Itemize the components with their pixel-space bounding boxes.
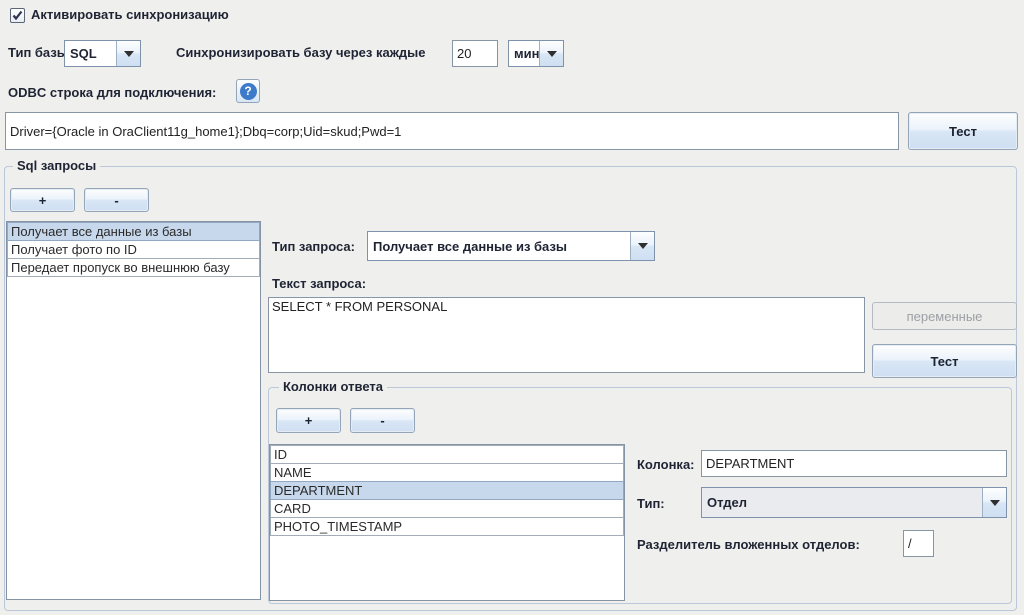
sync-settings-panel: Активировать синхронизацию Тип базы: SQL…: [0, 0, 1024, 615]
department-separator-input[interactable]: [903, 530, 934, 557]
activate-sync-checkbox[interactable]: [10, 8, 25, 23]
column-type-label: Тип:: [637, 496, 665, 511]
checkmark-icon: [12, 10, 23, 21]
odbc-test-button[interactable]: Тест: [908, 112, 1018, 150]
column-list-item[interactable]: CARD: [270, 499, 624, 518]
chevron-down-icon[interactable]: [630, 232, 654, 260]
column-name-input[interactable]: [701, 450, 1007, 477]
query-list-item[interactable]: Получает все данные из базы: [7, 222, 260, 241]
queries-list: Получает все данные из базы Получает фот…: [6, 221, 261, 600]
column-name-label: Колонка:: [637, 457, 695, 472]
db-type-select[interactable]: SQL: [64, 40, 141, 67]
column-list-item[interactable]: NAME: [270, 463, 624, 482]
query-text-area[interactable]: SELECT * FROM PERSONAL: [268, 297, 865, 373]
columns-list: ID NAME DEPARTMENT CARD PHOTO_TIMESTAMP: [269, 444, 625, 601]
chevron-down-icon[interactable]: [982, 488, 1006, 517]
query-list-item[interactable]: Передает пропуск во внешнюю базу: [7, 258, 260, 277]
chevron-down-icon[interactable]: [116, 41, 140, 66]
interval-unit-select[interactable]: мин: [508, 40, 564, 67]
column-list-item[interactable]: DEPARTMENT: [270, 481, 624, 500]
question-mark-icon: ?: [240, 83, 257, 100]
add-query-button[interactable]: +: [10, 188, 75, 212]
remove-query-button[interactable]: -: [84, 188, 149, 212]
odbc-connection-input[interactable]: [5, 112, 899, 150]
sync-interval-label: Синхронизировать базу через каждые: [176, 45, 426, 60]
response-columns-group-title: Колонки ответа: [279, 379, 387, 394]
variables-button[interactable]: переменные: [872, 302, 1017, 330]
interval-unit-value: мин: [509, 41, 539, 66]
query-type-value: Получает все данные из базы: [368, 232, 630, 260]
db-type-value: SQL: [65, 41, 116, 66]
query-list-item[interactable]: Получает фото по ID: [7, 240, 260, 259]
add-column-button[interactable]: +: [276, 408, 341, 433]
remove-column-button[interactable]: -: [350, 408, 415, 433]
column-type-value: Отдел: [702, 488, 982, 517]
activate-sync-label: Активировать синхронизацию: [31, 7, 229, 22]
query-type-label: Тип запроса:: [272, 239, 355, 254]
query-text-label: Текст запроса:: [272, 276, 366, 291]
column-list-item[interactable]: ID: [270, 445, 624, 464]
odbc-label: ODBC строка для подключения:: [8, 85, 216, 100]
sync-interval-input[interactable]: [452, 40, 498, 67]
sql-queries-group-title: Sql запросы: [13, 158, 100, 173]
column-list-item[interactable]: PHOTO_TIMESTAMP: [270, 517, 624, 536]
chevron-down-icon[interactable]: [539, 41, 563, 66]
db-type-label: Тип базы:: [8, 45, 72, 60]
column-type-select[interactable]: Отдел: [701, 487, 1007, 518]
query-test-button[interactable]: Тест: [872, 344, 1017, 378]
query-type-select[interactable]: Получает все данные из базы: [367, 231, 655, 261]
odbc-help-button[interactable]: ?: [236, 79, 260, 103]
department-separator-label: Разделитель вложенных отделов:: [637, 537, 860, 552]
